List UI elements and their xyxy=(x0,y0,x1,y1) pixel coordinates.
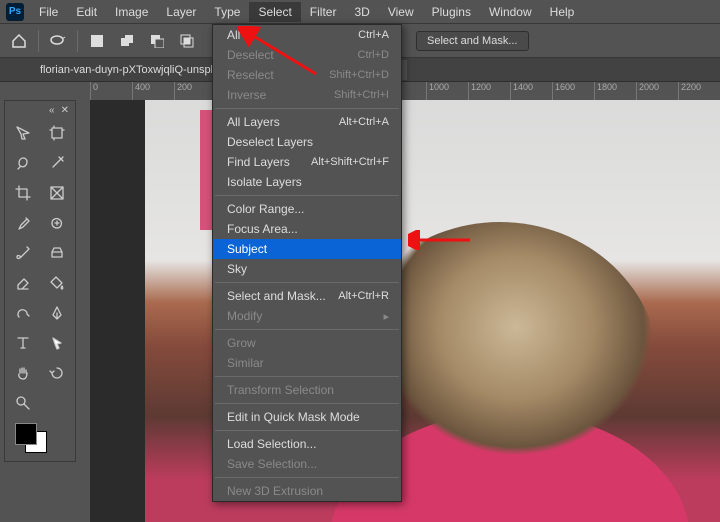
menu-file[interactable]: File xyxy=(30,2,67,22)
crop-tool[interactable] xyxy=(7,179,39,207)
selection-add-icon[interactable] xyxy=(116,30,138,52)
menu-plugins[interactable]: Plugins xyxy=(423,2,480,22)
menu-type[interactable]: Type xyxy=(205,2,249,22)
app-logo: Ps xyxy=(6,3,24,21)
canvas-area[interactable] xyxy=(90,100,720,522)
select-menu-dropdown: AllCtrl+ADeselectCtrl+DReselectShift+Ctr… xyxy=(212,24,402,502)
foreground-color-swatch[interactable] xyxy=(15,423,37,445)
close-icon[interactable]: ✕ xyxy=(61,105,69,116)
menu-item-transform-selection: Transform Selection xyxy=(213,380,401,400)
placeholder[interactable] xyxy=(41,389,73,417)
eraser-tool[interactable] xyxy=(7,269,39,297)
menu-item-edit-in-quick-mask-mode[interactable]: Edit in Quick Mask Mode xyxy=(213,407,401,427)
selection-new-icon[interactable] xyxy=(86,30,108,52)
clone-stamp-tool[interactable] xyxy=(41,239,73,267)
direct-select-tool[interactable] xyxy=(41,329,73,357)
paint-bucket-tool[interactable] xyxy=(41,269,73,297)
menu-filter[interactable]: Filter xyxy=(301,2,346,22)
menu-item-color-range[interactable]: Color Range... xyxy=(213,199,401,219)
menu-layer[interactable]: Layer xyxy=(157,2,205,22)
menu-help[interactable]: Help xyxy=(541,2,584,22)
menu-item-deselect-layers[interactable]: Deselect Layers xyxy=(213,132,401,152)
menu-item-similar: Similar xyxy=(213,353,401,373)
selection-subtract-icon[interactable] xyxy=(146,30,168,52)
menu-view[interactable]: View xyxy=(379,2,423,22)
panel-collapse-icon[interactable]: « xyxy=(49,105,55,116)
menu-item-new-3d-extrusion: New 3D Extrusion xyxy=(213,481,401,501)
pen-tool[interactable] xyxy=(41,299,73,327)
lasso-mode-icon[interactable] xyxy=(47,30,69,52)
color-swatches[interactable] xyxy=(7,419,73,459)
menu-item-reselect: ReselectShift+Ctrl+D xyxy=(213,65,401,85)
menu-item-subject[interactable]: Subject xyxy=(213,239,401,259)
eyedropper-tool[interactable] xyxy=(7,209,39,237)
hand-tool[interactable] xyxy=(7,359,39,387)
ruler-horizontal: 0400200020040060080010001200140016001800… xyxy=(90,82,720,100)
menu-item-all-layers[interactable]: All LayersAlt+Ctrl+A xyxy=(213,112,401,132)
artboard-tool[interactable] xyxy=(41,119,73,147)
frame-tool[interactable] xyxy=(41,179,73,207)
menu-item-focus-area[interactable]: Focus Area... xyxy=(213,219,401,239)
menu-item-sky[interactable]: Sky xyxy=(213,259,401,279)
menu-item-select-and-mask[interactable]: Select and Mask...Alt+Ctrl+R xyxy=(213,286,401,306)
brush-tool[interactable] xyxy=(7,239,39,267)
menu-edit[interactable]: Edit xyxy=(67,2,106,22)
menu-item-find-layers[interactable]: Find LayersAlt+Shift+Ctrl+F xyxy=(213,152,401,172)
menu-select[interactable]: Select xyxy=(249,2,300,22)
zoom-tool[interactable] xyxy=(7,389,39,417)
menu-window[interactable]: Window xyxy=(480,2,541,22)
move-tool[interactable] xyxy=(7,119,39,147)
lasso-tool[interactable] xyxy=(7,149,39,177)
patch-tool[interactable] xyxy=(41,209,73,237)
menu-3d[interactable]: 3D xyxy=(345,2,378,22)
magic-wand-tool[interactable] xyxy=(41,149,73,177)
menu-item-deselect: DeselectCtrl+D xyxy=(213,45,401,65)
menu-bar: Ps FileEditImageLayerTypeSelectFilter3DV… xyxy=(0,0,720,24)
menu-item-save-selection: Save Selection... xyxy=(213,454,401,474)
menu-item-load-selection[interactable]: Load Selection... xyxy=(213,434,401,454)
home-icon[interactable] xyxy=(8,30,30,52)
rotate-view-tool[interactable] xyxy=(41,359,73,387)
menu-image[interactable]: Image xyxy=(106,2,157,22)
selection-intersect-icon[interactable] xyxy=(176,30,198,52)
smudge-tool[interactable] xyxy=(7,299,39,327)
type-tool[interactable] xyxy=(7,329,39,357)
tools-panel: « ✕ xyxy=(4,100,76,462)
select-and-mask-button[interactable]: Select and Mask... xyxy=(416,31,529,51)
menu-item-modify: Modify▸ xyxy=(213,306,401,326)
menu-item-inverse: InverseShift+Ctrl+I xyxy=(213,85,401,105)
menu-item-grow: Grow xyxy=(213,333,401,353)
menu-item-isolate-layers[interactable]: Isolate Layers xyxy=(213,172,401,192)
menu-item-all[interactable]: AllCtrl+A xyxy=(213,25,401,45)
